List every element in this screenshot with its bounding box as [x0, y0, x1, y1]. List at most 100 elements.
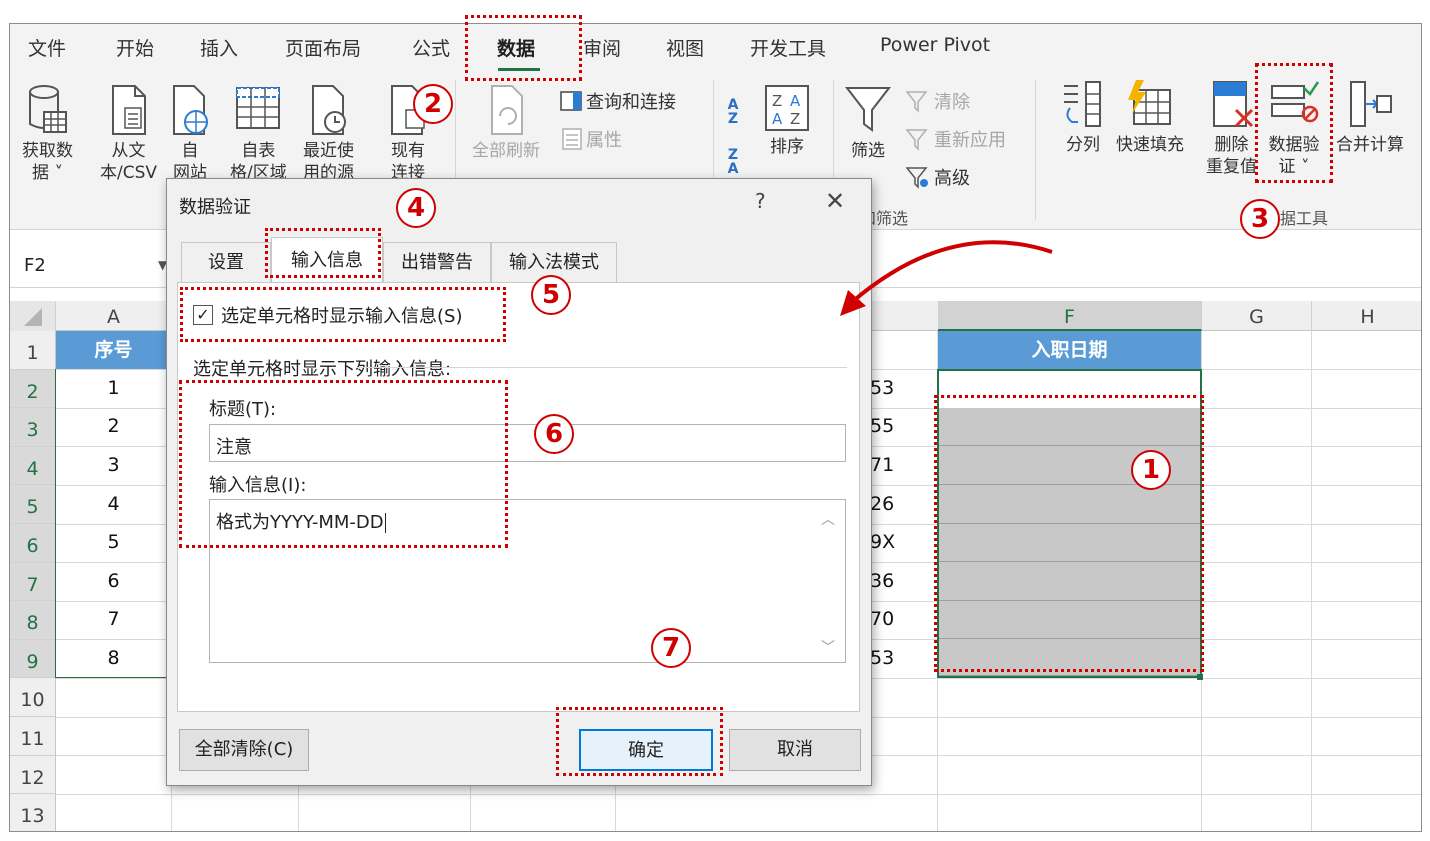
queries-connections-button[interactable]: 查询和连接 [560, 88, 676, 114]
from-web-button[interactable]: 自 网站 [170, 84, 210, 184]
tab-review[interactable]: 审阅 [583, 34, 621, 61]
from-text-label-1: 从文 [111, 141, 146, 161]
tab-file[interactable]: 文件 [28, 34, 66, 61]
query-pane-icon [560, 91, 582, 111]
refresh-all-button[interactable]: 全部刷新 [472, 84, 540, 162]
svg-text:A: A [790, 92, 801, 110]
header-cell-seq[interactable]: 序号 [56, 331, 171, 369]
scroll-up-icon[interactable]: ︿ [821, 509, 835, 529]
tab-home[interactable]: 开始 [116, 34, 154, 61]
column-header-g[interactable]: G [1202, 301, 1312, 331]
tab-formulas[interactable]: 公式 [412, 34, 450, 61]
row-header[interactable]: 6 [10, 524, 56, 563]
header-cell-hire-date[interactable]: 入职日期 [938, 331, 1201, 369]
sort-az-button[interactable]: AZ [722, 98, 744, 126]
tab-developer[interactable]: 开发工具 [750, 34, 826, 61]
tab-page-layout[interactable]: 页面布局 [285, 34, 361, 61]
text-to-columns-button[interactable]: 分列 [1060, 78, 1106, 156]
from-text-label-2: 本/CSV [100, 163, 158, 183]
row-header[interactable]: 13 [10, 794, 56, 831]
row-header[interactable]: 4 [10, 446, 56, 486]
clock-file-icon [311, 85, 346, 135]
scroll-down-icon[interactable]: ﹀ [821, 637, 835, 657]
table-cell-partial[interactable]: 71 [870, 454, 894, 476]
annotation-highlight-ok [556, 707, 723, 776]
text-file-icon [111, 85, 146, 135]
globe-file-icon [173, 85, 208, 135]
clear-all-button[interactable]: 全部清除(C) [179, 729, 309, 771]
reapply-button[interactable]: 重新应用 [906, 126, 1006, 152]
table-cell[interactable]: 2 [56, 415, 171, 437]
tab-settings[interactable]: 设置 [181, 242, 271, 282]
queries-connections-label: 查询和连接 [586, 92, 676, 113]
get-data-button[interactable]: 获取数 据 ˅ [22, 84, 73, 184]
table-cell[interactable]: 5 [56, 531, 171, 553]
select-all-corner[interactable] [10, 301, 56, 331]
table-cell-partial[interactable]: 9X [870, 531, 895, 553]
clear-filter-icon [906, 91, 928, 113]
row-header[interactable]: 2 [10, 369, 56, 409]
sort-za-button[interactable]: ZA [722, 148, 744, 176]
table-cell-partial[interactable]: 26 [870, 493, 894, 515]
row-header[interactable]: 8 [10, 601, 56, 640]
table-cell[interactable]: 1 [56, 377, 171, 399]
fill-handle[interactable] [1197, 674, 1203, 680]
table-cell-partial[interactable]: 55 [870, 415, 894, 437]
tab-error-alert[interactable]: 出错警告 [383, 242, 491, 282]
split-label: 分列 [1066, 135, 1100, 155]
svg-text:Z: Z [772, 92, 782, 110]
tab-view[interactable]: 视图 [666, 34, 704, 61]
column-header-h[interactable]: H [1312, 301, 1421, 331]
table-cell-partial[interactable]: 70 [870, 608, 894, 630]
consolidate-button[interactable]: 合并计算 [1336, 78, 1404, 156]
table-cell[interactable]: 4 [56, 493, 171, 515]
annotation-number: 2 [413, 84, 453, 124]
sort-button[interactable]: ZAAZ 排序 [764, 84, 810, 158]
row-header[interactable]: 3 [10, 408, 56, 447]
funnel-icon [844, 87, 892, 132]
annotation-highlight-data-tab [465, 15, 582, 81]
consolidate-label: 合并计算 [1336, 135, 1404, 155]
cancel-button[interactable]: 取消 [729, 729, 861, 771]
row-header[interactable]: 11 [10, 717, 56, 756]
tab-power-pivot[interactable]: Power Pivot [880, 34, 990, 56]
from-table-button[interactable]: 自表 格/区域 [230, 84, 287, 184]
annotation-highlight-checkbox [180, 287, 506, 342]
annotation-highlight-range [934, 395, 1204, 672]
row-header[interactable]: 10 [10, 678, 56, 717]
close-icon[interactable]: ✕ [825, 187, 845, 215]
tab-insert[interactable]: 插入 [200, 34, 238, 61]
table-cell-partial[interactable]: 53 [870, 647, 894, 669]
existing-label-1: 现有 [391, 141, 425, 161]
annotation-number: 5 [531, 275, 571, 315]
split-columns-icon [1064, 81, 1101, 127]
annotation-highlight-validation [1255, 63, 1333, 183]
filter-button[interactable]: 筛选 [844, 84, 892, 162]
table-cell-partial[interactable]: 36 [870, 570, 894, 592]
column-header-a[interactable]: A [56, 301, 172, 331]
table-cell[interactable]: 6 [56, 570, 171, 592]
table-cell[interactable]: 3 [56, 454, 171, 476]
row-header[interactable]: 7 [10, 562, 56, 602]
table-cell[interactable]: 8 [56, 647, 171, 669]
name-box[interactable]: F2 [10, 244, 170, 288]
clear-filter-button[interactable]: 清除 [906, 88, 970, 114]
from-text-csv-button[interactable]: 从文 本/CSV [100, 84, 157, 184]
remove-dup-label-2: 重复值 [1206, 157, 1257, 177]
annotation-number: 1 [1131, 450, 1171, 490]
remove-duplicates-button[interactable]: 删除 重复值 [1206, 78, 1257, 178]
help-icon[interactable]: ? [755, 189, 766, 213]
properties-button[interactable]: 属性 [562, 126, 622, 152]
table-cell-partial[interactable]: 53 [870, 377, 894, 399]
select-all-triangle-icon [23, 308, 42, 326]
flash-fill-button[interactable]: 快速填充 [1116, 78, 1184, 156]
row-header[interactable]: 5 [10, 485, 56, 524]
table-cell[interactable]: 7 [56, 608, 171, 630]
advanced-filter-button[interactable]: 高级 [906, 164, 970, 190]
advanced-filter-icon [906, 167, 928, 189]
row-header[interactable]: 1 [10, 331, 56, 370]
annotation-number: 7 [651, 628, 691, 668]
row-header[interactable]: 9 [10, 639, 56, 679]
recent-sources-button[interactable]: 最近使 用的源 [303, 84, 354, 184]
row-header[interactable]: 12 [10, 755, 56, 795]
